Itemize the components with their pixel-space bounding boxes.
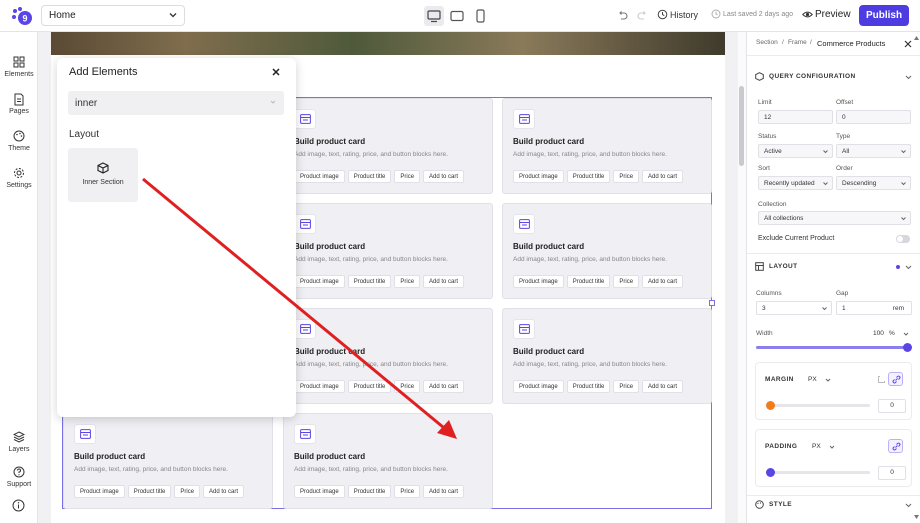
padding-slider-track[interactable] xyxy=(770,471,870,474)
layout-icon xyxy=(755,262,764,271)
exclude-current-toggle[interactable] xyxy=(896,235,910,243)
margin-link-button[interactable] xyxy=(888,372,903,386)
order-label: Order xyxy=(836,165,853,172)
collection-value: All collections xyxy=(764,215,804,222)
columns-select[interactable]: 3 xyxy=(756,301,832,315)
chevron-down-icon[interactable] xyxy=(905,264,912,271)
gap-input[interactable]: 1 rem xyxy=(836,301,912,315)
gap-value: 1 xyxy=(842,305,846,312)
gap-unit: rem xyxy=(892,305,904,312)
offset-label: Offset xyxy=(836,99,854,106)
offset-input[interactable]: 0 xyxy=(836,110,911,124)
chevron-down-icon[interactable] xyxy=(903,331,909,337)
properties-panel: Section / Frame / Commerce Products QUER… xyxy=(746,32,920,523)
breadcrumb-separator: / xyxy=(782,39,784,46)
cube-icon xyxy=(755,72,764,81)
breadcrumb-section[interactable]: Section xyxy=(756,39,778,46)
margin-box: MARGIN PX 0 xyxy=(755,362,912,420)
padding-label: PADDING xyxy=(765,443,798,450)
chevron-down-icon[interactable] xyxy=(825,377,831,383)
scroll-down-icon[interactable] xyxy=(914,515,919,519)
status-value: Active xyxy=(764,148,782,155)
width-unit[interactable]: % xyxy=(889,330,895,337)
chevron-down-icon xyxy=(901,182,906,186)
chevron-down-icon[interactable] xyxy=(829,444,835,450)
status-label: Status xyxy=(758,133,777,140)
arrow-line xyxy=(142,177,451,434)
margin-label: MARGIN xyxy=(765,376,794,383)
sort-select[interactable]: Recently updated xyxy=(758,176,833,190)
breadcrumb-current: Commerce Products xyxy=(817,39,886,48)
exclude-current-label: Exclude Current Product xyxy=(758,235,835,242)
divider xyxy=(747,253,920,254)
padding-unit[interactable]: PX xyxy=(812,443,821,450)
width-label: Width xyxy=(756,330,773,337)
scroll-up-icon[interactable] xyxy=(914,36,919,40)
layout-title: LAYOUT xyxy=(769,263,798,270)
chevron-down-icon xyxy=(823,150,828,154)
margin-unit[interactable]: PX xyxy=(808,376,817,383)
limit-label: Limit xyxy=(758,99,772,106)
breadcrumb-frame[interactable]: Frame xyxy=(788,39,807,46)
margin-slider-track[interactable] xyxy=(770,404,870,407)
limit-input[interactable]: 12 xyxy=(758,110,833,124)
order-select[interactable]: Descending xyxy=(836,176,911,190)
modified-dot xyxy=(896,265,900,269)
collection-select[interactable]: All collections xyxy=(758,211,911,225)
divider xyxy=(747,55,920,56)
sort-label: Sort xyxy=(758,165,770,172)
breadcrumb-separator: / xyxy=(810,39,812,46)
chevron-down-icon xyxy=(901,217,906,221)
order-value: Descending xyxy=(842,180,877,187)
padding-value-input[interactable]: 0 xyxy=(878,466,906,480)
padding-slider-knob[interactable] xyxy=(766,468,775,477)
type-value: All xyxy=(842,148,850,155)
chevron-down-icon[interactable] xyxy=(905,74,912,81)
link-icon xyxy=(892,375,901,384)
chevron-down-icon[interactable] xyxy=(905,502,912,509)
margin-slider-knob[interactable] xyxy=(766,401,775,410)
collection-label: Collection xyxy=(758,201,787,208)
unlink-icon[interactable] xyxy=(877,375,886,384)
divider xyxy=(747,495,920,496)
query-config-title: QUERY CONFIGURATION xyxy=(769,73,856,80)
width-slider-fill xyxy=(756,346,908,349)
margin-value-input[interactable]: 0 xyxy=(878,399,906,413)
width-slider-knob[interactable] xyxy=(903,343,912,352)
sort-value: Recently updated xyxy=(764,180,815,187)
chevron-down-icon xyxy=(822,307,827,311)
padding-link-button[interactable] xyxy=(888,439,903,453)
chevron-down-icon xyxy=(823,182,828,186)
palette-icon xyxy=(755,500,764,509)
panel-scrollbar[interactable] xyxy=(913,32,920,523)
type-select[interactable]: All xyxy=(836,144,911,158)
columns-label: Columns xyxy=(756,290,782,297)
chevron-down-icon xyxy=(901,150,906,154)
padding-box: PADDING PX 0 xyxy=(755,429,912,487)
width-value[interactable]: 100 xyxy=(873,330,884,337)
gap-label: Gap xyxy=(836,290,849,297)
type-label: Type xyxy=(836,133,851,140)
status-select[interactable]: Active xyxy=(758,144,833,158)
close-icon[interactable] xyxy=(904,40,912,48)
columns-value: 3 xyxy=(762,305,766,312)
link-icon xyxy=(892,442,901,451)
style-title: STYLE xyxy=(769,501,792,508)
limit-value: 12 xyxy=(764,114,772,121)
offset-value: 0 xyxy=(842,114,846,121)
